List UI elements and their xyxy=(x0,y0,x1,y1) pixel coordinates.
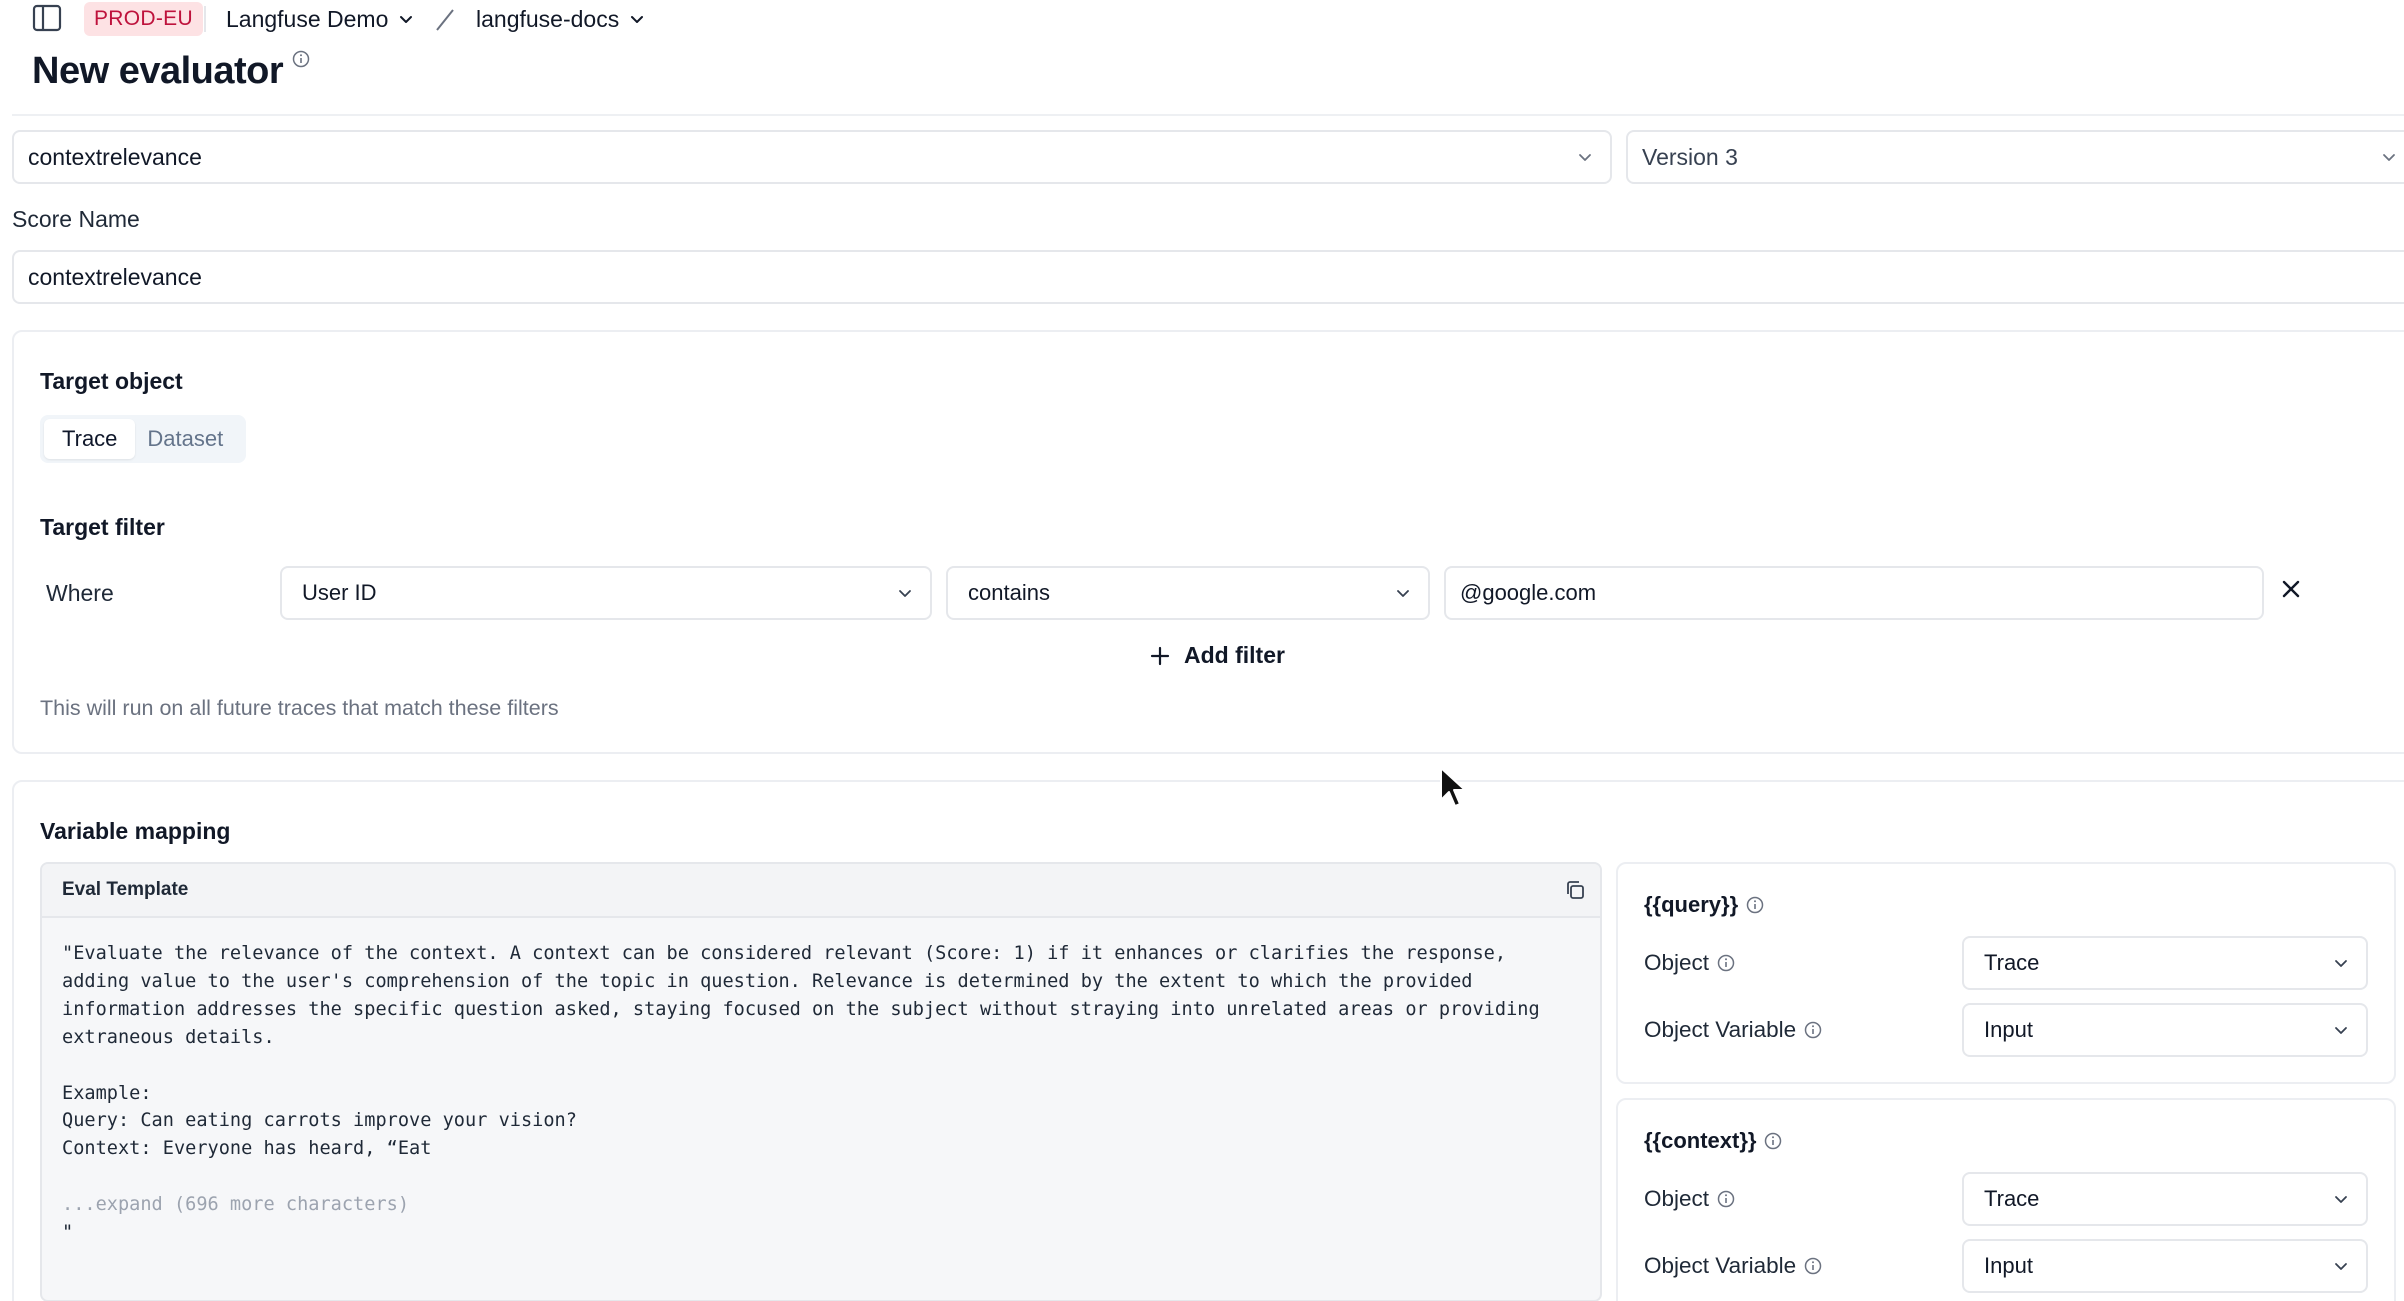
variable-name: {{query}} xyxy=(1644,892,1764,918)
top-bar: PROD-EU Langfuse Demo langfuse-docs xyxy=(0,0,2404,40)
object-variable-label: Object Variable xyxy=(1644,1253,1822,1279)
template-line: Context: Everyone has heard, “Eat xyxy=(62,1138,432,1160)
chevron-down-icon xyxy=(1579,154,1591,161)
object-label: Object xyxy=(1644,1186,1735,1212)
select-value: Trace xyxy=(1984,950,2040,975)
chevron-down-icon xyxy=(400,16,413,23)
select-value: contextrelevance xyxy=(28,143,202,170)
score-name-input[interactable]: contextrelevance xyxy=(12,250,2404,304)
object-select[interactable]: Trace xyxy=(1962,936,2368,990)
version-select[interactable]: Version 3 xyxy=(1626,130,2404,184)
chevron-down-icon xyxy=(2335,1027,2347,1034)
remove-filter-icon[interactable] xyxy=(2276,574,2306,604)
chevron-down-icon xyxy=(1397,590,1409,597)
select-value: Trace xyxy=(1984,1186,2040,1211)
object-variable-select[interactable]: Input xyxy=(1962,1239,2368,1293)
input-value: contextrelevance xyxy=(28,263,202,290)
variable-name-text: {{context}} xyxy=(1644,1128,1757,1153)
select-value: Version 3 xyxy=(1642,143,1738,170)
mouse-cursor-icon xyxy=(1440,767,1466,807)
template-line: Query: Can eating carrots improve your v… xyxy=(62,1110,577,1132)
template-line: extraneous details. xyxy=(62,1026,275,1048)
filter-value-input[interactable]: @google.com xyxy=(1444,566,2264,620)
eval-template-label: Eval Template xyxy=(62,879,189,900)
evaluator-template-select[interactable]: contextrelevance xyxy=(12,130,1612,184)
object-variable-label-text: Object Variable xyxy=(1644,1017,1797,1042)
breadcrumb-organization[interactable]: Langfuse Demo xyxy=(226,4,416,34)
filter-operator-select[interactable]: contains xyxy=(946,566,1430,620)
select-value: User ID xyxy=(302,580,377,605)
score-name-label: Score Name xyxy=(12,206,140,232)
object-variable-label: Object Variable xyxy=(1644,1017,1822,1043)
target-object-tabs: Trace Dataset xyxy=(40,415,246,463)
chevron-down-icon xyxy=(2335,1263,2347,1270)
divider xyxy=(204,6,206,32)
target-filter-label: Target filter xyxy=(40,514,165,540)
variable-name-text: {{query}} xyxy=(1644,892,1739,917)
template-line: Example: xyxy=(62,1082,152,1104)
chevron-down-icon xyxy=(2335,1196,2347,1203)
template-line: "Evaluate the relevance of the context. … xyxy=(62,943,1507,964)
tab-trace[interactable]: Trace xyxy=(44,419,136,459)
tab-dataset[interactable]: Dataset xyxy=(135,419,235,459)
variable-mapping-label: Variable mapping xyxy=(40,818,231,844)
organization-name: Langfuse Demo xyxy=(226,6,389,32)
template-line: adding value to the user's comprehension… xyxy=(62,970,1473,992)
project-name: langfuse-docs xyxy=(476,6,620,32)
add-filter-button[interactable]: Add filter xyxy=(1148,642,1285,669)
info-icon[interactable] xyxy=(1804,1257,1822,1275)
environment-badge: PROD-EU xyxy=(84,2,203,36)
object-label-text: Object xyxy=(1644,950,1710,975)
info-icon[interactable] xyxy=(292,50,310,68)
eval-template-panel: Eval Template "Evaluate the relevance of… xyxy=(40,862,1602,1301)
object-select[interactable]: Trace xyxy=(1962,1172,2368,1226)
divider xyxy=(12,114,2404,116)
chevron-down-icon xyxy=(631,16,644,23)
variable-name: {{context}} xyxy=(1644,1128,1782,1154)
object-label: Object xyxy=(1644,950,1735,976)
object-variable-label-text: Object Variable xyxy=(1644,1253,1797,1278)
chevron-down-icon xyxy=(899,590,911,597)
object-label-text: Object xyxy=(1644,1186,1710,1211)
expand-link[interactable]: ...expand (696 more characters) xyxy=(62,1191,1580,1219)
target-object-label: Target object xyxy=(40,368,183,394)
copy-icon[interactable] xyxy=(1564,879,1586,901)
eval-template-header: Eval Template xyxy=(42,864,1600,918)
target-card xyxy=(12,330,2404,754)
template-line: information addresses the specific quest… xyxy=(62,998,1540,1020)
breadcrumb-separator-icon xyxy=(436,9,454,31)
plus-icon xyxy=(1150,646,1170,665)
breadcrumb-project[interactable]: langfuse-docs xyxy=(476,4,647,34)
info-icon[interactable] xyxy=(1804,1021,1822,1039)
input-value: @google.com xyxy=(1460,580,1597,605)
where-label: Where xyxy=(46,580,114,606)
add-filter-label: Add filter xyxy=(1184,642,1285,668)
chevron-down-icon xyxy=(2383,154,2395,161)
filter-hint: This will run on all future traces that … xyxy=(40,696,559,720)
select-value: contains xyxy=(968,580,1050,605)
page-title: New evaluator xyxy=(32,50,284,92)
info-icon[interactable] xyxy=(1717,954,1735,972)
template-line xyxy=(62,1163,1580,1191)
eval-template-text: "Evaluate the relevance of the context. … xyxy=(42,918,1600,1247)
filter-column-select[interactable]: User ID xyxy=(280,566,932,620)
sidebar-toggle-icon[interactable] xyxy=(32,4,62,32)
object-variable-select[interactable]: Input xyxy=(1962,1003,2368,1057)
select-value: Input xyxy=(1984,1017,2033,1042)
select-value: Input xyxy=(1984,1253,2033,1278)
template-line xyxy=(62,1052,1580,1080)
info-icon[interactable] xyxy=(1717,1190,1735,1208)
template-line: " xyxy=(62,1222,74,1244)
info-icon[interactable] xyxy=(1746,896,1764,914)
chevron-down-icon xyxy=(2335,960,2347,967)
info-icon[interactable] xyxy=(1764,1132,1782,1150)
